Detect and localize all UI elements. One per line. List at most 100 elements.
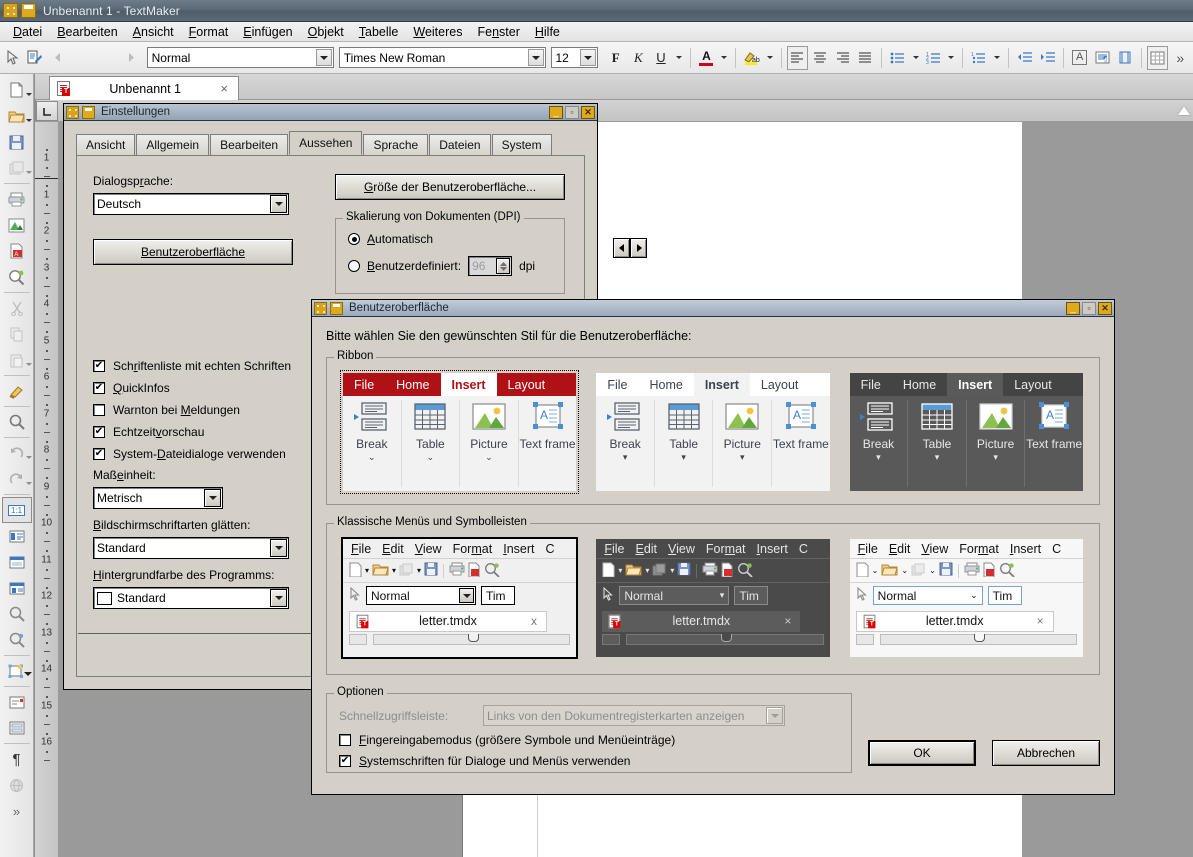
chevron-down-icon[interactable] xyxy=(270,195,287,213)
highlight-dropdown-icon[interactable] xyxy=(764,46,776,70)
chevron-down-icon[interactable] xyxy=(315,49,332,66)
undo-button[interactable] xyxy=(2,440,32,466)
vertical-ruler[interactable]: 1 1 2 3 4 5 6 7 8 9 10 11 12 13 14 15 16 xyxy=(35,122,59,857)
paragraph-format-button[interactable]: ¶ xyxy=(1091,46,1113,70)
open-document-button[interactable] xyxy=(2,103,32,129)
dpi-custom-radio[interactable] xyxy=(348,260,360,272)
edit-doc-icon[interactable] xyxy=(25,46,47,70)
classic-preview-classic-light[interactable]: FileEditViewFormatInsertC▾▾▾NormalTimlet… xyxy=(341,537,579,659)
view-master-button[interactable] xyxy=(2,575,32,601)
ribbon-preview-ribbon-red[interactable]: File Home Insert Layout Break ⌄ Table ⌄ Pictu… xyxy=(339,370,580,494)
menu-datei[interactable]: Datei xyxy=(6,23,49,41)
ribbon-preview-ribbon-dark[interactable]: File Home Insert Layout Break ▾ Table ▾ Pictu… xyxy=(848,371,1085,493)
settings-dialog-titlebar[interactable]: Einstellungen _ ▫ ✕ xyxy=(64,104,597,121)
maximize-button[interactable]: ▫ xyxy=(1082,301,1096,315)
menu-bearbeiten[interactable]: Bearbeiten xyxy=(50,23,124,41)
settings-tab-system[interactable]: System xyxy=(491,134,552,155)
settings-tab-allgemein[interactable]: Allgemein xyxy=(136,134,210,155)
menu-einfuegen[interactable]: Einfügen xyxy=(236,23,299,41)
system-menu-icon[interactable] xyxy=(66,105,79,119)
header-footer-button[interactable] xyxy=(2,715,32,741)
settings-checkbox-row[interactable]: ✔ Echtzeitvorschau xyxy=(93,425,343,439)
font-size-combo[interactable]: 12 xyxy=(550,47,598,68)
ui-dialog-titlebar[interactable]: Benutzeroberfläche _ ▫ ✕ xyxy=(312,300,1114,317)
checkbox-2[interactable] xyxy=(93,404,105,416)
increase-indent-button[interactable] xyxy=(1036,46,1058,70)
checkbox-0[interactable]: ✔ xyxy=(93,360,105,372)
settings-checkbox-row[interactable]: ✔ System-Dateidialoge verwenden xyxy=(93,447,343,461)
character-format-button[interactable]: A xyxy=(1069,46,1091,70)
close-icon[interactable]: × xyxy=(220,81,228,96)
ui-size-button[interactable]: Größe der Benutzeroberfläche... xyxy=(335,174,565,200)
paste-button[interactable] xyxy=(2,347,32,373)
insert-object-button[interactable] xyxy=(2,658,32,684)
close-button[interactable]: ✕ xyxy=(581,105,595,119)
save-all-button[interactable] xyxy=(2,155,32,181)
ok-button[interactable]: OK xyxy=(868,740,976,766)
chevron-down-icon[interactable] xyxy=(204,489,221,507)
classic-preview-classic-dark[interactable]: FileEditViewFormatInsertC▾▾▾Normal▾Timle… xyxy=(594,537,831,659)
chevron-down-icon[interactable] xyxy=(270,589,287,607)
align-right-button[interactable] xyxy=(832,46,854,70)
align-left-button[interactable] xyxy=(786,45,809,70)
menu-hilfe[interactable]: Hilfe xyxy=(528,23,567,41)
tab-scroll-right-button[interactable] xyxy=(630,238,647,258)
multilevel-list-button[interactable]: 1 xyxy=(968,46,990,70)
toolbar-overflow-button[interactable]: » xyxy=(1169,46,1191,70)
underline-button[interactable]: U xyxy=(650,46,672,70)
bold-button[interactable]: F xyxy=(605,46,627,70)
settings-tab-aussehen[interactable]: Aussehen xyxy=(289,131,363,155)
numbered-dropdown-icon[interactable] xyxy=(945,46,957,70)
touch-mode-checkbox[interactable] xyxy=(339,734,351,746)
globe-button[interactable] xyxy=(2,772,32,798)
format-painter-button[interactable] xyxy=(2,378,32,404)
underline-dropdown-icon[interactable] xyxy=(673,46,685,70)
settings-tab-bearbeiten[interactable]: Bearbeiten xyxy=(210,134,289,155)
export-pdf-button[interactable]: A xyxy=(2,238,32,264)
minimize-button[interactable]: _ xyxy=(1066,301,1080,315)
settings-checkbox-row[interactable]: ✔ QuickInfos xyxy=(93,381,343,395)
settings-tab-dateien[interactable]: Dateien xyxy=(429,134,491,155)
tab-scroll-buttons[interactable] xyxy=(613,238,647,258)
new-document-button[interactable] xyxy=(2,77,32,103)
checkbox-3[interactable]: ✔ xyxy=(93,426,105,438)
tab-scroll-left-button[interactable] xyxy=(613,238,630,258)
zoom-100-button[interactable]: 1:1 xyxy=(1,497,32,523)
menu-ansicht[interactable]: Ansicht xyxy=(126,23,181,41)
app-menu-icon[interactable] xyxy=(3,3,18,18)
bullet-list-button[interactable] xyxy=(887,46,909,70)
save-button[interactable] xyxy=(2,129,32,155)
font-color-dropdown-icon[interactable] xyxy=(718,46,730,70)
smoothing-combo[interactable]: Standard xyxy=(93,537,289,559)
checkbox-1[interactable]: ✔ xyxy=(93,382,105,394)
cancel-button[interactable]: Abbrechen xyxy=(992,740,1100,766)
settings-tab-ansicht[interactable]: Ansicht xyxy=(76,134,136,155)
formatting-marks-button[interactable]: ¶ xyxy=(2,746,32,772)
chevron-down-icon[interactable] xyxy=(270,539,287,557)
print-preview-button[interactable] xyxy=(2,264,32,290)
menu-tabelle[interactable]: Tabelle xyxy=(352,23,406,41)
prev-arrow-icon[interactable] xyxy=(47,46,69,70)
classic-preview-classic-flat[interactable]: FileEditViewFormatInsertC⌄⌄⌄Normal⌄Timle… xyxy=(848,537,1085,659)
settings-tab-sprache[interactable]: Sprache xyxy=(363,134,429,155)
ribbon-preview-ribbon-white[interactable]: File Home Insert Layout Break ▾ Table ▾ Pictu… xyxy=(594,371,831,493)
redo-button[interactable] xyxy=(2,466,32,492)
zoom-options-button[interactable] xyxy=(2,627,32,653)
table-button[interactable] xyxy=(1146,45,1169,70)
chevron-down-icon[interactable] xyxy=(579,49,596,66)
bgcolor-combo[interactable]: Standard xyxy=(93,587,289,609)
comment-button[interactable] xyxy=(2,689,32,715)
copy-button[interactable] xyxy=(2,321,32,347)
numbered-list-button[interactable]: 123 xyxy=(923,46,945,70)
search-button[interactable] xyxy=(2,409,32,435)
next-arrow-icon[interactable] xyxy=(120,46,142,70)
menu-objekt[interactable]: Objekt xyxy=(301,23,351,41)
left-toolbar-overflow-button[interactable]: » xyxy=(2,798,32,824)
cut-button[interactable] xyxy=(2,295,32,321)
cursor-icon[interactable] xyxy=(2,46,24,70)
minimize-button[interactable]: _ xyxy=(549,105,563,119)
menu-weiteres[interactable]: Weiteres xyxy=(406,23,469,41)
user-interface-button[interactable]: Benutzeroberfläche xyxy=(93,239,293,265)
settings-checkbox-row[interactable]: Warnton bei Meldungen xyxy=(93,403,343,417)
font-name-combo[interactable]: Times New Roman xyxy=(338,47,546,68)
